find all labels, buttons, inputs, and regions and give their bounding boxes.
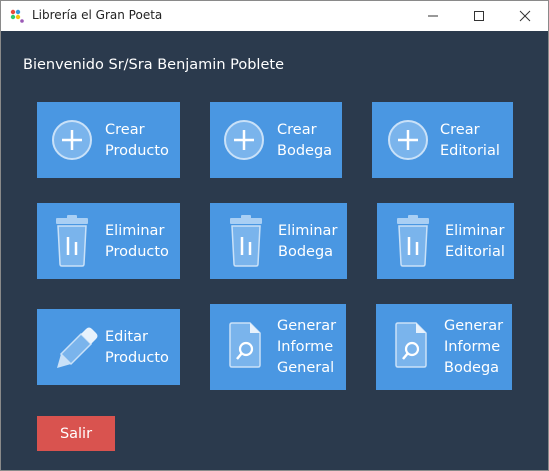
plus-circle-icon <box>52 120 92 160</box>
label-line: Generar <box>277 318 337 334</box>
crear-producto-button[interactable]: Crear Producto <box>37 102 180 178</box>
minimize-icon <box>428 15 438 17</box>
generar-informe-bodega-button[interactable]: Generar Informe Bodega <box>376 304 512 390</box>
eliminar-editorial-label: Eliminar Editorial <box>445 221 505 263</box>
crear-editorial-button[interactable]: Crear Editorial <box>372 102 513 178</box>
label-line: Informe <box>444 339 501 355</box>
close-button[interactable] <box>502 1 548 31</box>
label-line: Crear <box>440 122 480 138</box>
label-line: Editorial <box>445 244 505 260</box>
crear-bodega-button[interactable]: Crear Bodega <box>210 102 342 178</box>
app-logo-icon <box>10 9 24 23</box>
editar-producto-label: Editar Producto <box>105 327 169 369</box>
app-window: Librería el Gran Poeta Bienvenido Sr/Sra… <box>0 0 549 471</box>
label-line: Crear <box>277 122 317 138</box>
label-line: Producto <box>105 350 169 366</box>
crear-editorial-label: Crear Editorial <box>440 120 500 162</box>
document-search-icon <box>395 322 427 368</box>
label-line: Generar <box>444 318 504 334</box>
plus-circle-icon <box>388 120 428 160</box>
label-line: Eliminar <box>105 223 165 239</box>
label-line: Crear <box>105 122 145 138</box>
title-bar[interactable]: Librería el Gran Poeta <box>1 1 548 31</box>
trash-icon <box>56 215 88 267</box>
editar-producto-button[interactable]: Editar Producto <box>37 309 180 385</box>
window-title: Librería el Gran Poeta <box>32 8 163 22</box>
label-line: General <box>277 360 335 376</box>
exit-button[interactable]: Salir <box>37 416 115 451</box>
welcome-message: Bienvenido Sr/Sra Benjamin Poblete <box>23 57 284 73</box>
maximize-button[interactable] <box>456 1 502 31</box>
trash-icon <box>230 215 262 267</box>
label-line: Informe <box>277 339 334 355</box>
minimize-button[interactable] <box>410 1 456 31</box>
trash-icon <box>397 215 429 267</box>
crear-producto-label: Crear Producto <box>105 120 169 162</box>
label-line: Bodega <box>444 360 500 376</box>
eliminar-producto-label: Eliminar Producto <box>105 221 169 263</box>
informe-general-label: Generar Informe General <box>277 316 336 379</box>
label-line: Editar <box>105 329 148 345</box>
label-line: Bodega <box>278 244 334 260</box>
document-search-icon <box>229 322 261 368</box>
informe-bodega-label: Generar Informe Bodega <box>444 316 503 379</box>
generar-informe-general-button[interactable]: Generar Informe General <box>210 304 346 390</box>
eliminar-editorial-button[interactable]: Eliminar Editorial <box>377 203 514 279</box>
label-line: Producto <box>105 143 169 159</box>
label-line: Editorial <box>440 143 500 159</box>
label-line: Eliminar <box>445 223 505 239</box>
crear-bodega-label: Crear Bodega <box>277 120 332 162</box>
pencil-icon <box>57 327 98 368</box>
eliminar-bodega-label: Eliminar Bodega <box>278 221 337 263</box>
plus-circle-icon <box>224 120 264 160</box>
close-icon <box>519 10 531 22</box>
eliminar-producto-button[interactable]: Eliminar Producto <box>37 203 180 279</box>
label-line: Bodega <box>277 143 333 159</box>
label-line: Eliminar <box>278 223 338 239</box>
maximize-icon <box>474 11 484 21</box>
label-line: Producto <box>105 244 169 260</box>
eliminar-bodega-button[interactable]: Eliminar Bodega <box>210 203 347 279</box>
